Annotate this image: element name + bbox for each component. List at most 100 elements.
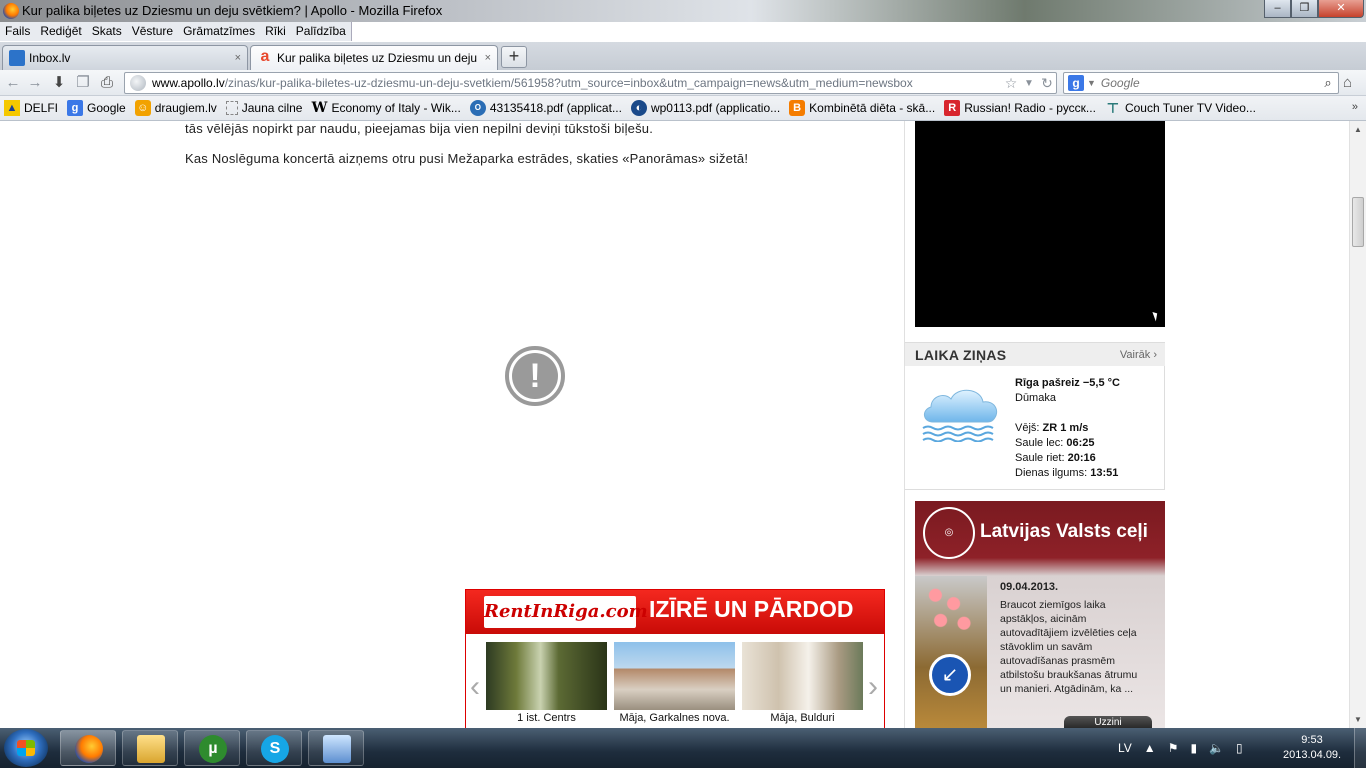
firefox-icon [75,735,103,763]
menu-tools[interactable]: Rīki [260,22,291,41]
tab-apollo[interactable]: a Kur palika biļetes uz Dziesmu un deju … [250,45,498,70]
window-titlebar: Kur palika biļetes uz Dziesmu un deju sv… [0,0,1366,22]
property-item[interactable]: Māja, Garkalnes nova. [614,642,735,724]
weather-widget: Rīga pašreiz −5,5 °C Dūmaka Vējš: ZR 1 m… [905,366,1165,490]
exclamation-icon: ! [512,353,558,399]
bookmark-oecd-pdf[interactable]: O 43135418.pdf (applicat... [469,100,622,116]
rentinriga-advertisement[interactable]: RentInRiga.com IZĪRĒ UN PĀRDOD ‹ 1 ist. … [465,589,885,728]
direction-sign-icon: ↙ [929,654,971,696]
tab-close-icon[interactable]: × [235,52,241,64]
power-icon[interactable]: ▯ [1236,741,1243,755]
show-desktop-button[interactable] [1354,728,1366,768]
url-text[interactable]: www.apollo.lv/zinas/kur-palika-biletes-u… [152,76,1002,90]
start-button[interactable] [4,729,48,767]
menu-bookmarks[interactable]: Grāmatzīmes [178,22,260,41]
sunset-value: 20:16 [1067,452,1096,464]
menu-history[interactable]: Vēsture [127,22,178,41]
property-photo [614,642,735,710]
weather-more-link[interactable]: Vairāk › [1120,349,1157,361]
search-icon[interactable]: ⌕ [1318,75,1338,91]
lvc-title: Latvijas Valsts ceļi [980,521,1148,542]
language-indicator[interactable]: LV [1118,741,1132,755]
taskbar-skype[interactable]: S [246,730,302,766]
property-item[interactable]: Māja, Bulduri [742,642,863,724]
maximize-button[interactable]: ❐ [1291,0,1318,18]
carousel-next-button[interactable]: › [868,670,878,704]
new-tab-button[interactable]: + [501,46,527,68]
wind-value: ZR 1 m/s [1042,422,1089,434]
weather-sunset: Saule riet: 20:16 [1015,451,1120,466]
tab-inbox[interactable]: Inbox.lv × [2,45,248,70]
couchtuner-icon: ⊤ [1106,100,1120,116]
site-identity-icon[interactable] [130,75,146,91]
google-search-engine-icon[interactable]: g [1068,75,1084,91]
bookmark-google[interactable]: g Google [67,100,126,116]
bookmark-label: Economy of Italy - Wik... [331,101,461,115]
property-item[interactable]: 1 ist. Centrs [486,642,607,724]
home-icon[interactable]: ⌂ [1343,74,1352,91]
chevron-down-icon[interactable]: ▼ [1087,78,1096,88]
menu-view[interactable]: Skats [87,22,127,41]
apollo-icon: a [260,48,270,65]
taskbar-firefox[interactable] [60,730,116,766]
url-bar[interactable]: www.apollo.lv/zinas/kur-palika-biletes-u… [124,72,1057,94]
copy-icon[interactable]: ❐ [74,74,92,92]
taskbar-explorer[interactable] [122,730,178,766]
property-caption: Māja, Bulduri [770,712,835,724]
bookmark-star-icon[interactable]: ☆ [1002,75,1020,92]
utorrent-icon: µ [199,735,227,763]
bookmark-wikipedia[interactable]: W Economy of Italy - Wik... [311,100,461,116]
skype-icon: S [261,735,289,763]
tab-strip: Inbox.lv × a Kur palika biļetes uz Dzies… [0,42,1366,70]
firefox-icon [3,3,19,19]
print-icon[interactable]: ⎙ [98,74,116,92]
bookmark-label: 43135418.pdf (applicat... [489,101,622,115]
close-window-button[interactable]: ✕ [1318,0,1364,18]
bookmark-label: Couch Tuner TV Video... [1124,101,1256,115]
search-input[interactable] [1100,76,1318,90]
taskbar-control-panel[interactable] [308,730,364,766]
bookmark-couchtuner[interactable]: ⊤ Couch Tuner TV Video... [1105,100,1256,116]
back-button[interactable]: ← [4,74,22,92]
video-player[interactable] [915,121,1165,327]
clock-time: 9:53 [1301,734,1323,746]
radio-icon: R [944,100,961,116]
history-dropdown-icon[interactable]: ▼ [1020,78,1038,89]
control-panel-icon [323,735,351,763]
bookmark-russian-radio[interactable]: R Russian! Radio - русск... [944,100,1096,116]
reload-icon[interactable]: ↻ [1038,75,1056,92]
minimize-button[interactable]: – [1264,0,1291,18]
scrollbar-thumb[interactable] [1352,197,1364,247]
tray-expand-icon[interactable]: ▲ [1144,741,1156,755]
traffic-lights-icon [925,584,977,640]
tab-close-icon[interactable]: × [485,52,491,64]
menu-edit[interactable]: Rediģēt [35,22,86,41]
scroll-up-button[interactable]: ▲ [1350,121,1366,138]
network-signal-icon[interactable]: ▮ [1190,741,1197,755]
url-path: /zinas/kur-palika-biletes-uz-dziesmu-un-… [224,76,913,90]
download-icon[interactable]: ⬇ [50,74,68,92]
action-center-flag-icon[interactable]: ⚑ [1168,741,1179,755]
rentinriga-slogan: IZĪRĒ UN PĀRDOD [649,596,854,622]
vertical-scrollbar[interactable]: ▲ ▼ [1349,121,1366,728]
lvc-advertisement[interactable]: ◎ Latvijas Valsts ceļi ↙ 09.04.2013. Bra… [915,501,1165,728]
plugin-missing-icon[interactable]: ! [505,346,565,406]
taskbar-utorrent[interactable]: µ [184,730,240,766]
imf-icon: ◐ [630,100,647,116]
bookmark-delfi[interactable]: ▲ DELFI [4,100,58,116]
bookmarks-overflow-button[interactable]: » [1352,101,1358,113]
google-icon: g [67,100,84,116]
scroll-down-button[interactable]: ▼ [1350,711,1366,728]
bookmark-imf-pdf[interactable]: ◐ wp0113.pdf (applicatio... [630,100,780,116]
bookmark-new-tab[interactable]: Jauna cilne [225,101,302,115]
carousel-prev-button[interactable]: ‹ [470,670,480,704]
bookmark-label: Google [87,101,126,115]
menu-help[interactable]: Palīdzība [291,22,351,41]
bookmark-blogger[interactable]: B Kombinētā diēta - skā... [789,100,935,116]
volume-icon[interactable]: 🔈 [1209,741,1224,755]
lvc-learn-more-button[interactable]: Uzzini [1064,716,1152,728]
bookmark-draugiem[interactable]: ☺ draugiem.lv [134,100,217,116]
menu-file[interactable]: Fails [0,22,35,41]
system-clock[interactable]: 9:53 2013.04.09. [1283,733,1341,763]
forward-button[interactable]: → [26,74,44,92]
